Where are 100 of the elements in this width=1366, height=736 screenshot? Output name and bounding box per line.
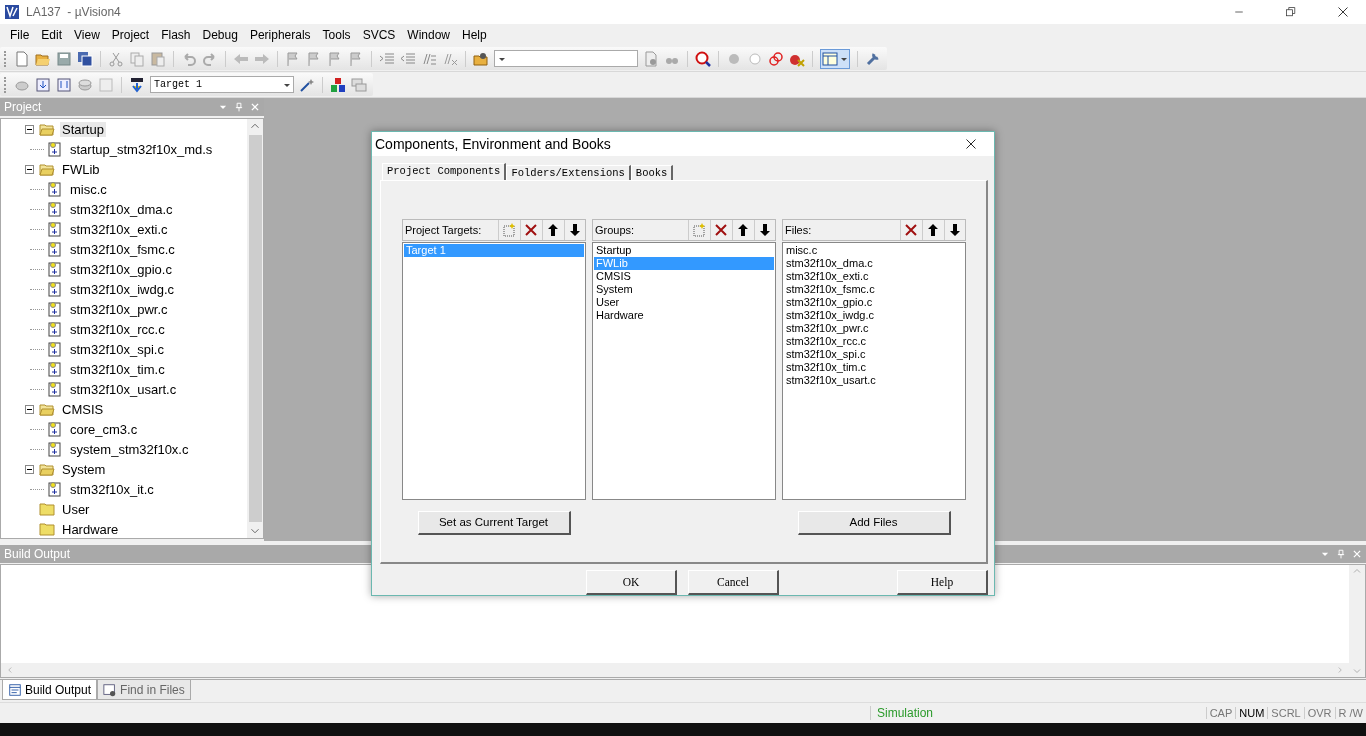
debug-magnifier-icon[interactable]: [695, 50, 711, 67]
tree-item[interactable]: stm32f10x_fsmc.c: [68, 241, 177, 257]
list-item[interactable]: stm32f10x_exti.c: [784, 269, 964, 283]
dialog-button[interactable]: OK: [586, 570, 677, 595]
tree-item[interactable]: misc.c: [68, 181, 109, 197]
list-item[interactable]: stm32f10x_pwr.c: [784, 321, 964, 335]
menu-item[interactable]: File: [4, 26, 36, 44]
pin-icon[interactable]: [1336, 549, 1346, 559]
tree-item[interactable]: stm32f10x_dma.c: [68, 201, 175, 217]
menu-item[interactable]: SVCS: [356, 26, 402, 44]
rebuild-icon[interactable]: [56, 76, 72, 93]
unindent-icon[interactable]: [400, 50, 416, 67]
collapse-icon[interactable]: [25, 164, 34, 174]
list-item[interactable]: User: [594, 295, 774, 309]
list-item[interactable]: misc.c: [784, 243, 964, 257]
menu-item[interactable]: Help: [456, 26, 493, 44]
windows-icon[interactable]: [351, 76, 367, 93]
components-icon[interactable]: [330, 76, 346, 93]
list-item[interactable]: stm32f10x_rcc.c: [784, 334, 964, 348]
menu-item[interactable]: Window: [401, 26, 456, 44]
dialog-button[interactable]: Cancel: [688, 570, 779, 595]
list-item[interactable]: Startup: [594, 243, 774, 257]
pin-icon[interactable]: [234, 102, 244, 112]
tree-item[interactable]: Hardware: [60, 521, 121, 537]
menu-item[interactable]: Edit: [35, 26, 69, 44]
window-layout-button[interactable]: [820, 48, 850, 69]
tree-item[interactable]: stm32f10x_rcc.c: [68, 321, 167, 337]
action-button[interactable]: Set as Current Target: [417, 510, 571, 535]
tab[interactable]: Folders/Extensions: [506, 164, 631, 180]
list-item[interactable]: CMSIS: [594, 269, 774, 283]
menu-item[interactable]: Peripherals: [243, 26, 317, 44]
save-icon[interactable]: [56, 50, 72, 67]
tree-item[interactable]: stm32f10x_exti.c: [68, 221, 170, 237]
cut-icon[interactable]: [108, 50, 124, 67]
list-item[interactable]: stm32f10x_usart.c: [784, 373, 964, 387]
list-item[interactable]: stm32f10x_gpio.c: [784, 295, 964, 309]
action-button[interactable]: Add Files: [797, 510, 951, 535]
panel-tab[interactable]: Find in Files: [97, 680, 191, 700]
scrollbar[interactable]: [247, 119, 263, 538]
collapse-icon[interactable]: [25, 404, 34, 414]
panel-title: Project: [4, 100, 43, 114]
tree-item[interactable]: User: [60, 501, 92, 517]
paste-icon[interactable]: [150, 50, 166, 67]
tree-item[interactable]: stm32f10x_iwdg.c: [68, 281, 177, 297]
breakpoints-icon[interactable]: [768, 50, 784, 67]
new-file-icon[interactable]: [14, 50, 30, 67]
list-item[interactable]: stm32f10x_spi.c: [784, 347, 964, 361]
collapse-icon[interactable]: [25, 124, 34, 134]
tree-item[interactable]: System: [60, 461, 108, 477]
panel-tab[interactable]: Build Output: [2, 680, 98, 700]
bookmark-flag-icon[interactable]: [285, 50, 301, 67]
menu-item[interactable]: Debug: [196, 26, 244, 44]
list-item[interactable]: stm32f10x_iwdg.c: [784, 308, 964, 322]
bookmark-flag-icon[interactable]: [306, 50, 322, 67]
list-box[interactable]: misc.c stm32f10x_dma.c stm32f10x_exti.c stm32f10x_fsmc.c stm32f10x_gpio.c stm32f10x_iwdg.c stm32f10x_pwr.c stm32f10x_rcc.c stm32f10x_spi.c stm32f10x_tim.c stm32f10x_usart.c: [782, 241, 966, 500]
list-item[interactable]: stm32f10x_dma.c: [784, 256, 964, 270]
list-item[interactable]: stm32f10x_fsmc.c: [784, 282, 964, 296]
menu-item[interactable]: Flash: [155, 26, 197, 44]
copy-icon[interactable]: [129, 50, 145, 67]
tab[interactable]: Books: [630, 164, 674, 180]
undo-icon[interactable]: [181, 50, 197, 67]
output-window-icon: [8, 682, 22, 697]
tree-item[interactable]: stm32f10x_spi.c: [68, 341, 166, 357]
list-item[interactable]: stm32f10x_tim.c: [784, 360, 964, 374]
breakpoint-off-icon[interactable]: [747, 50, 763, 67]
close-icon[interactable]: [250, 102, 260, 112]
tree-item[interactable]: stm32f10x_gpio.c: [68, 261, 174, 277]
bookmark-flag-icon[interactable]: [348, 50, 364, 67]
list-item[interactable]: Hardware: [594, 308, 774, 322]
list-item[interactable]: System: [594, 282, 774, 296]
save-all-icon[interactable]: [77, 50, 93, 67]
tree-item[interactable]: stm32f10x_usart.c: [68, 381, 179, 397]
tree-item[interactable]: core_cm3.c: [68, 421, 140, 437]
close-icon[interactable]: [1352, 549, 1362, 559]
menu-item[interactable]: Project: [105, 26, 156, 44]
tree-item[interactable]: startup_stm32f10x_md.s: [68, 141, 215, 157]
dialog-button[interactable]: Help: [897, 570, 988, 595]
tab[interactable]: Project Components: [382, 162, 507, 180]
menu-item[interactable]: Tools: [316, 26, 357, 44]
tree-item[interactable]: stm32f10x_it.c: [68, 481, 156, 497]
close-icon: [965, 137, 977, 150]
list-box[interactable]: Startup FWLib CMSIS System User Hardware: [592, 241, 776, 500]
download-icon[interactable]: [129, 76, 145, 93]
tree-item[interactable]: FWLib: [60, 161, 102, 177]
tree-item[interactable]: Startup: [60, 121, 106, 137]
tree-item[interactable]: system_stm32f10x.c: [68, 441, 191, 457]
indent-icon[interactable]: [379, 50, 395, 67]
collapse-icon[interactable]: [25, 464, 34, 474]
batch-build-icon[interactable]: [77, 76, 93, 93]
menu-item[interactable]: View: [68, 26, 106, 44]
redo-icon[interactable]: [202, 50, 218, 67]
build-icon[interactable]: [35, 76, 51, 93]
find-in-files-icon[interactable]: [473, 50, 489, 67]
stop-build-icon[interactable]: [98, 76, 114, 93]
tree-item[interactable]: stm32f10x_tim.c: [68, 361, 167, 377]
target-combo[interactable]: Target 1: [150, 76, 294, 93]
bookmark-flag-icon[interactable]: [327, 50, 343, 67]
find-document-icon[interactable]: [643, 50, 659, 67]
tree-item[interactable]: stm32f10x_pwr.c: [68, 301, 170, 317]
tree-item[interactable]: CMSIS: [60, 401, 106, 417]
